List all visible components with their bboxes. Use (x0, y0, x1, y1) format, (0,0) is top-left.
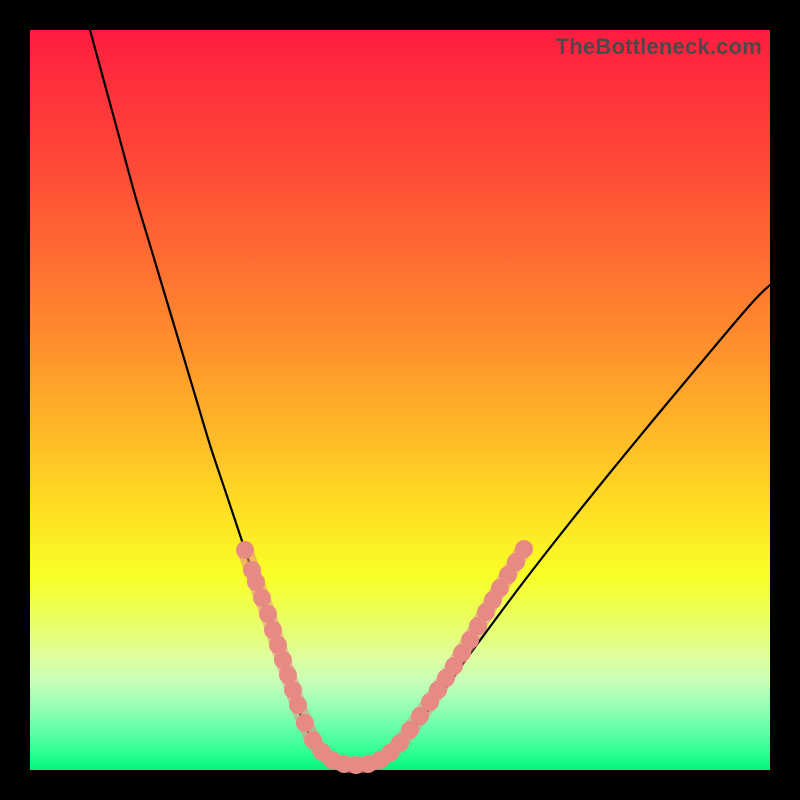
plot-area: TheBottleneck.com (30, 30, 770, 770)
v-curve (90, 30, 770, 766)
curve-layer (30, 30, 770, 770)
highlight-dot (253, 589, 271, 607)
highlight-dot (259, 605, 277, 623)
highlight-dot (289, 696, 307, 714)
highlight-dots (236, 540, 533, 774)
highlight-dot (296, 714, 314, 732)
highlight-dot (247, 573, 265, 591)
highlight-dot (515, 540, 533, 558)
bottleneck-curve (90, 30, 770, 766)
highlight-dot (236, 541, 254, 559)
chart-frame: TheBottleneck.com (0, 0, 800, 800)
